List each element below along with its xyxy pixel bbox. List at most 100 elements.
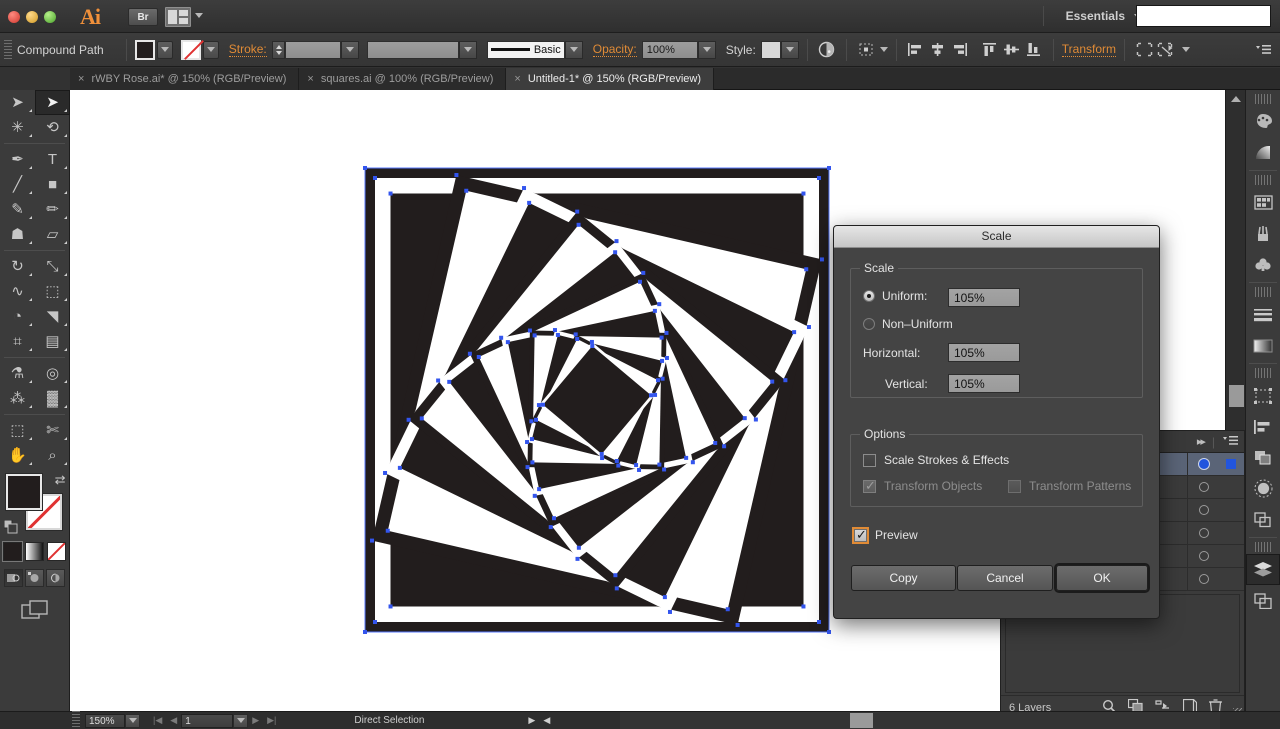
anchor-point[interactable] — [735, 622, 740, 627]
anchor-point[interactable] — [664, 355, 669, 360]
anchor-point[interactable] — [801, 191, 806, 196]
column-graph-tool[interactable]: ▓ — [35, 386, 70, 411]
collapse-to-icons-icon[interactable]: ▸▸ — [1197, 435, 1206, 448]
anchor-point[interactable] — [548, 525, 553, 530]
anchor-point[interactable] — [614, 239, 619, 244]
panel-menu-icon[interactable] — [1252, 39, 1274, 61]
brushes-panel-icon[interactable] — [1246, 218, 1280, 249]
anchor-point[interactable] — [655, 378, 660, 383]
gradient-mode-icon[interactable] — [25, 542, 44, 561]
anchor-point[interactable] — [589, 339, 594, 344]
arrange-documents-icon[interactable] — [165, 7, 191, 27]
anchor-point[interactable] — [742, 416, 747, 421]
cancel-button[interactable]: Cancel — [957, 565, 1053, 591]
anchor-point[interactable] — [817, 620, 821, 624]
anchor-point[interactable] — [657, 462, 662, 467]
last-page-icon[interactable]: ▶| — [263, 715, 280, 726]
stroke-profile-input[interactable] — [366, 40, 459, 59]
anchor-point[interactable] — [363, 630, 367, 634]
slice-tool[interactable]: ✄ — [35, 418, 70, 443]
align-left-icon[interactable] — [905, 39, 927, 61]
stroke-weight-stepper[interactable] — [271, 40, 285, 59]
anchor-point[interactable] — [436, 378, 441, 383]
pencil-tool[interactable]: ✏ — [35, 197, 70, 222]
anchor-point[interactable] — [476, 354, 481, 359]
type-tool[interactable]: T — [35, 147, 70, 172]
anchor-point[interactable] — [397, 465, 402, 470]
width-tool[interactable]: ∿ — [0, 279, 35, 304]
anchor-point[interactable] — [530, 460, 535, 465]
zoom-level-dropdown-icon[interactable] — [125, 713, 140, 728]
blob-brush-tool[interactable]: ☗ — [0, 222, 35, 247]
bridge-button[interactable]: Br — [128, 8, 158, 26]
anchor-point[interactable] — [388, 191, 393, 196]
anchor-point[interactable] — [713, 441, 718, 446]
anchor-point[interactable] — [667, 609, 672, 614]
anchor-point[interactable] — [525, 465, 530, 470]
stroke-panel-icon[interactable] — [1246, 299, 1280, 330]
isolate-chevron-icon[interactable] — [879, 47, 888, 52]
anchor-point[interactable] — [552, 328, 557, 333]
anchor-point[interactable] — [385, 528, 390, 533]
fill-swatch[interactable] — [134, 39, 155, 60]
anchor-point[interactable] — [684, 455, 689, 460]
align-center-horizontal-icon[interactable] — [927, 39, 949, 61]
status-collapse-icon[interactable]: ◀ — [539, 715, 554, 726]
minimize-window-button[interactable] — [26, 11, 38, 23]
anchor-point[interactable] — [806, 325, 811, 330]
anchor-point[interactable] — [522, 186, 527, 191]
dock-grip[interactable] — [1255, 368, 1271, 378]
scale-dialog[interactable]: Scale Scale Uniform: 105% Non–Uniform Ho… — [833, 225, 1160, 619]
align-right-icon[interactable] — [949, 39, 971, 61]
hand-tool[interactable]: ✋ — [0, 443, 35, 468]
transparency-panel-icon[interactable] — [1246, 473, 1280, 504]
anchor-point[interactable] — [659, 335, 664, 340]
draw-inside-icon[interactable] — [46, 569, 65, 587]
anchor-point[interactable] — [662, 595, 667, 600]
stroke-profile-dropdown-icon[interactable] — [458, 40, 477, 59]
swatches-panel-icon[interactable] — [1246, 187, 1280, 218]
anchor-point[interactable] — [454, 173, 459, 178]
anchor-point[interactable] — [827, 630, 831, 634]
anchor-point[interactable] — [551, 516, 556, 521]
align-center-vertical-icon[interactable] — [1001, 39, 1023, 61]
mask-options-icon[interactable] — [1155, 39, 1177, 61]
stroke-swatch[interactable] — [180, 39, 201, 60]
opacity-label[interactable]: Opacity: — [592, 42, 637, 57]
pen-tool[interactable]: ✒ — [0, 147, 35, 172]
free-transform-tool[interactable]: ⬚ — [35, 279, 70, 304]
zoom-level-input[interactable]: 150% — [85, 713, 125, 728]
stroke-label[interactable]: Stroke: — [228, 42, 267, 57]
edit-clipping-path-icon[interactable] — [1133, 39, 1155, 61]
stroke-dropdown-icon[interactable] — [202, 40, 219, 59]
anchor-point[interactable] — [527, 328, 532, 333]
anchor-point[interactable] — [575, 337, 580, 342]
layer-target-circle-icon[interactable] — [1199, 482, 1209, 492]
anchor-point[interactable] — [370, 538, 375, 543]
anchor-point[interactable] — [770, 379, 775, 384]
anchor-point[interactable] — [363, 166, 367, 170]
anchor-point[interactable] — [690, 460, 695, 465]
copy-button[interactable]: Copy — [851, 565, 956, 591]
workspace-switcher[interactable]: Essentials — [1066, 9, 1125, 23]
anchor-point[interactable] — [827, 166, 831, 170]
anchor-point[interactable] — [576, 222, 581, 227]
graphic-style-dropdown-icon[interactable] — [780, 40, 799, 59]
anchor-point[interactable] — [590, 344, 595, 349]
anchor-point[interactable] — [614, 458, 619, 463]
non-uniform-radio[interactable] — [863, 318, 875, 330]
anchor-point[interactable] — [637, 467, 642, 472]
status-expand-icon[interactable]: ▶ — [524, 715, 539, 726]
symbol-sprayer-tool[interactable]: ⁂ — [0, 386, 35, 411]
scale-tool[interactable]: ⤡ — [35, 254, 70, 279]
page-dropdown-icon[interactable] — [233, 713, 249, 728]
document-tab-2[interactable]: × Untitled-1* @ 150% (RGB/Preview) — [506, 68, 715, 90]
layer-target-circle-icon[interactable] — [1199, 459, 1209, 469]
eyedropper-tool[interactable]: ⚗ — [0, 361, 35, 386]
layer-selection-square-icon[interactable] — [1226, 459, 1236, 469]
isolate-selected-icon[interactable] — [855, 39, 877, 61]
next-page-icon[interactable]: ▶ — [248, 715, 263, 726]
artboard-tool[interactable]: ⬚ — [0, 418, 35, 443]
align-bottom-icon[interactable] — [1023, 39, 1045, 61]
anchor-point[interactable] — [641, 270, 646, 275]
